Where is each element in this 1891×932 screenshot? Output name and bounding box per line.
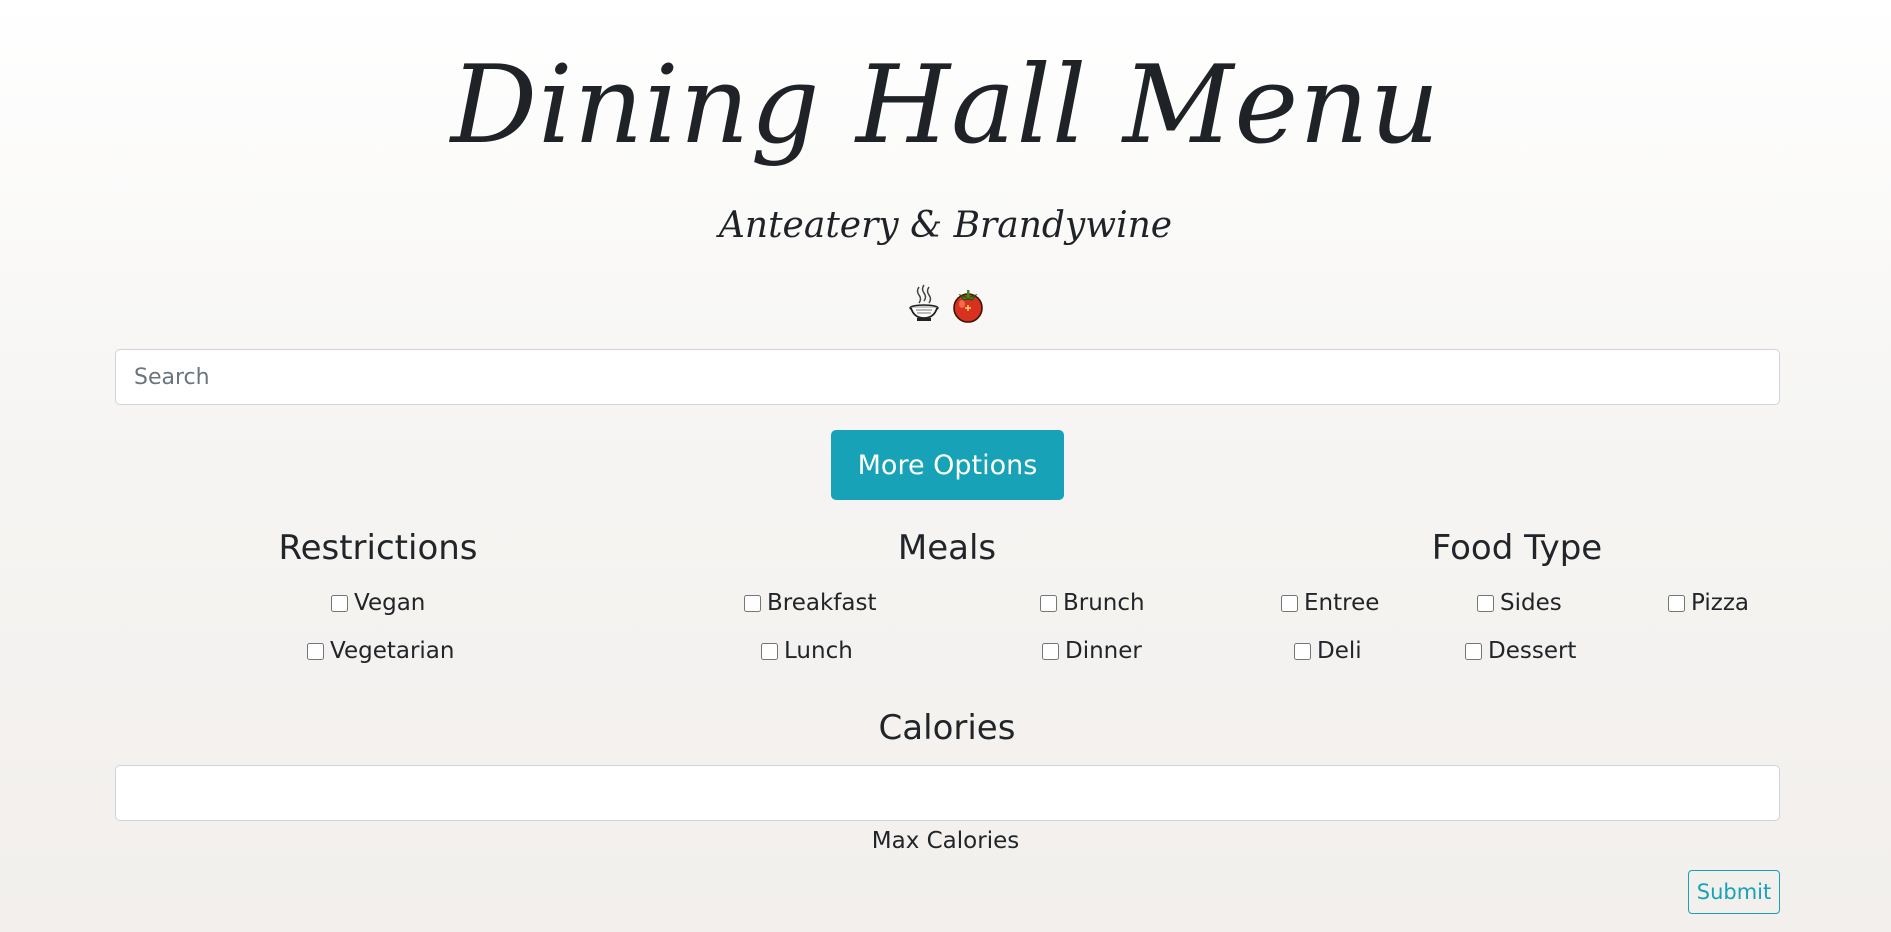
checkbox-label: Breakfast bbox=[767, 590, 877, 616]
checkbox-breakfast[interactable]: Breakfast bbox=[744, 588, 877, 618]
page-title: Dining Hall Menu bbox=[450, 43, 1441, 168]
page-subtitle: Anteatery & Brandywine bbox=[718, 205, 1173, 246]
checkbox-deli[interactable]: Deli bbox=[1294, 636, 1362, 666]
meals-heading: Meals bbox=[897, 528, 997, 568]
vegan-checkbox[interactable] bbox=[331, 594, 348, 612]
checkbox-label: Sides bbox=[1500, 590, 1562, 616]
checkbox-label: Dinner bbox=[1065, 638, 1142, 664]
checkbox-sides[interactable]: Sides bbox=[1477, 588, 1562, 618]
checkbox-lunch[interactable]: Lunch bbox=[761, 636, 853, 666]
brunch-checkbox[interactable] bbox=[1040, 594, 1057, 612]
noodle-bowl-icon bbox=[906, 284, 942, 324]
checkbox-vegetarian[interactable]: Vegetarian bbox=[307, 636, 454, 666]
tomato-icon bbox=[950, 284, 986, 324]
checkbox-entree[interactable]: Entree bbox=[1281, 588, 1379, 618]
checkbox-label: Dessert bbox=[1488, 638, 1577, 664]
submit-button[interactable]: Submit bbox=[1688, 870, 1780, 914]
vegetarian-checkbox[interactable] bbox=[307, 642, 324, 660]
max-calories-input[interactable] bbox=[115, 765, 1780, 821]
restrictions-heading: Restrictions bbox=[278, 528, 478, 568]
checkbox-dinner[interactable]: Dinner bbox=[1042, 636, 1142, 666]
dinner-checkbox[interactable] bbox=[1042, 642, 1059, 660]
deli-checkbox[interactable] bbox=[1294, 642, 1311, 660]
entree-checkbox[interactable] bbox=[1281, 594, 1298, 612]
dessert-checkbox[interactable] bbox=[1465, 642, 1482, 660]
max-calories-label: Max Calories bbox=[871, 828, 1020, 854]
header-icons bbox=[0, 284, 1891, 324]
checkbox-dessert[interactable]: Dessert bbox=[1465, 636, 1576, 666]
calories-heading: Calories bbox=[878, 708, 1016, 748]
more-options-button[interactable]: More Options bbox=[831, 430, 1064, 500]
checkbox-label: Lunch bbox=[784, 638, 853, 664]
checkbox-label: Brunch bbox=[1063, 590, 1145, 616]
search-input[interactable] bbox=[115, 349, 1780, 405]
checkbox-label: Entree bbox=[1304, 590, 1380, 616]
checkbox-vegan[interactable]: Vegan bbox=[331, 588, 425, 618]
food-type-heading: Food Type bbox=[1431, 528, 1603, 568]
pizza-checkbox[interactable] bbox=[1668, 594, 1685, 612]
checkbox-label: Pizza bbox=[1691, 590, 1749, 616]
checkbox-brunch[interactable]: Brunch bbox=[1040, 588, 1145, 618]
sides-checkbox[interactable] bbox=[1477, 594, 1494, 612]
breakfast-checkbox[interactable] bbox=[744, 594, 761, 612]
checkbox-label: Deli bbox=[1317, 638, 1362, 664]
lunch-checkbox[interactable] bbox=[761, 642, 778, 660]
checkbox-label: Vegetarian bbox=[330, 638, 455, 664]
checkbox-label: Vegan bbox=[354, 590, 426, 616]
checkbox-pizza[interactable]: Pizza bbox=[1668, 588, 1749, 618]
